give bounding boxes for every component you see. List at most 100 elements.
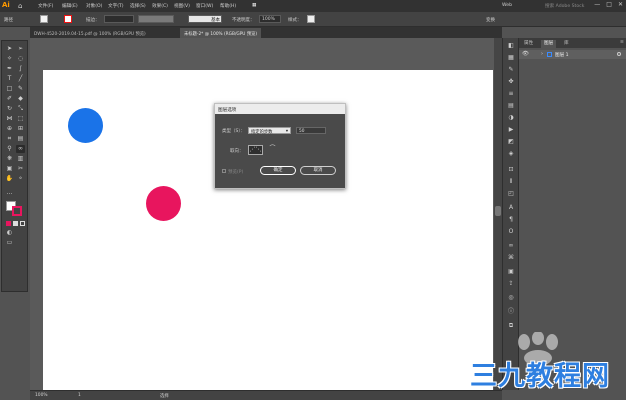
menu-help[interactable]: 帮助(H) [220, 3, 236, 9]
layer-name[interactable]: 图层 1 [555, 52, 569, 58]
layers-panel-icon[interactable]: ◈ [507, 150, 515, 158]
zoom-tool-icon[interactable]: ⚬ [16, 175, 25, 183]
color-mode-icon[interactable] [6, 221, 11, 226]
cancel-button[interactable]: 取消 [300, 166, 336, 175]
shaper-tool-icon[interactable]: ✐ [5, 95, 14, 103]
screen-mode-icon[interactable]: ▭ [5, 239, 14, 247]
tab-document-pdf[interactable]: DWH-4520-2019.04-15.pdf @ 100% (RGB/GPU … [30, 28, 150, 38]
stroke-color-box[interactable] [12, 206, 22, 216]
transform-panel-icon[interactable]: ⊡ [507, 166, 515, 174]
pen-tool-icon[interactable]: ✒ [5, 65, 14, 73]
current-tool-status[interactable]: 选择 [160, 393, 169, 399]
character-panel-icon[interactable]: A [507, 204, 515, 212]
brushes-panel-icon[interactable]: ✎ [507, 66, 515, 74]
stroke-swatch[interactable] [64, 15, 72, 23]
panel-menu-icon[interactable]: ≡ [617, 40, 626, 45]
blend-tool-icon[interactable]: ∞ [16, 145, 25, 153]
type-tool-icon[interactable]: T [5, 75, 14, 83]
width-tool-icon[interactable]: ⋈ [5, 115, 14, 123]
draw-normal-icon[interactable]: ◐ [5, 229, 14, 237]
shape-builder-tool-icon[interactable]: ⊕ [5, 125, 14, 133]
menu-effect[interactable]: 效果(C) [152, 3, 168, 9]
mesh-tool-icon[interactable]: ⌗ [5, 135, 14, 143]
stroke-weight-field[interactable] [104, 15, 134, 23]
image-trace-panel-icon[interactable]: ⌘ [507, 254, 515, 262]
steps-input[interactable]: 50 [296, 127, 326, 134]
rotate-tool-icon[interactable]: ↻ [5, 105, 14, 113]
spacing-type-select[interactable]: 指定的步数 ▾ [248, 127, 291, 135]
pathfinder-panel-icon[interactable]: ◰ [507, 190, 515, 198]
links-panel-icon[interactable]: ∞ [507, 242, 515, 250]
color-panel-icon[interactable]: ◧ [507, 42, 515, 50]
workspace-switcher[interactable]: Web [502, 3, 512, 8]
tab-untitled-2[interactable]: 未标题-2* @ 100% (RGB/GPU 预览) [180, 28, 262, 38]
paragraph-panel-icon[interactable]: ¶ [507, 216, 515, 224]
selection-tool-icon[interactable]: ➤ [5, 45, 14, 53]
appearance-panel-icon[interactable]: ▶ [507, 126, 515, 134]
stock-search-input[interactable]: 搜索 Adobe Stock [545, 3, 584, 9]
menu-view[interactable]: 视图(V) [174, 3, 190, 9]
paintbrush-tool-icon[interactable]: ✎ [16, 85, 25, 93]
menu-edit[interactable]: 编辑(E) [62, 3, 78, 9]
zoom-level[interactable]: 100% [35, 393, 48, 398]
layer-row[interactable]: 👁 › 图层 1 [519, 50, 626, 59]
info-panel-icon[interactable]: ⓘ [507, 308, 515, 316]
curvature-tool-icon[interactable]: ∫ [16, 65, 25, 73]
graphic-style-swatch[interactable] [307, 15, 315, 23]
chevron-right-icon[interactable]: › [541, 51, 543, 57]
symbols-panel-icon[interactable]: ✤ [507, 78, 515, 86]
tab-properties[interactable]: 属性 [521, 40, 536, 46]
blue-circle[interactable] [68, 108, 103, 143]
transparency-panel-icon[interactable]: ◑ [507, 114, 515, 122]
asset-export-panel-icon[interactable]: ⇪ [507, 280, 515, 288]
tab-layers[interactable]: 图层 [541, 40, 557, 48]
scrollbar-thumb[interactable] [495, 206, 501, 216]
gradient-tool-icon[interactable]: ▤ [16, 135, 25, 143]
pink-circle[interactable] [146, 186, 181, 221]
free-transform-tool-icon[interactable]: ⬚ [16, 115, 25, 123]
graphic-styles-panel-icon[interactable]: ◩ [507, 138, 515, 146]
opentype-panel-icon[interactable]: O [507, 228, 515, 236]
ok-button[interactable]: 确定 [260, 166, 296, 175]
gradient-mode-icon[interactable] [13, 221, 18, 226]
none-mode-icon[interactable] [20, 221, 25, 226]
edit-toolbar-icon[interactable]: … [5, 189, 14, 197]
vertical-scrollbar[interactable] [494, 38, 502, 390]
scale-tool-icon[interactable]: ⤡ [16, 105, 25, 113]
close-icon[interactable]: ✕ [618, 1, 623, 11]
home-icon[interactable]: ⌂ [18, 2, 26, 10]
menu-window[interactable]: 窗口(W) [196, 3, 213, 9]
align-panel-icon[interactable]: ⫴ [507, 178, 515, 186]
symbol-sprayer-tool-icon[interactable]: ❋ [5, 155, 14, 163]
gradient-panel-icon[interactable]: ▤ [507, 102, 515, 110]
artboard-tool-icon[interactable]: ▣ [5, 165, 14, 173]
eraser-tool-icon[interactable]: ◆ [16, 95, 25, 103]
artboards-panel-icon[interactable]: ▣ [507, 268, 515, 276]
arrange-documents-icon[interactable]: ▦ [252, 3, 256, 8]
menu-type[interactable]: 文字(T) [108, 3, 124, 9]
magic-wand-tool-icon[interactable]: ✧ [5, 55, 14, 63]
lasso-tool-icon[interactable]: ◌ [16, 55, 25, 63]
libraries-panel-icon[interactable]: ⧉ [507, 322, 515, 330]
column-graph-tool-icon[interactable]: ▥ [16, 155, 25, 163]
eye-icon[interactable]: 👁 [522, 51, 529, 57]
menu-file[interactable]: 文件(F) [38, 3, 53, 9]
rectangle-tool-icon[interactable]: □ [5, 85, 14, 93]
navigator-panel-icon[interactable]: ◎ [507, 294, 515, 302]
transform-label[interactable]: 变换 [486, 17, 495, 23]
eyedropper-tool-icon[interactable]: ⚲ [5, 145, 14, 153]
maximize-icon[interactable]: □ [606, 1, 612, 11]
swatches-panel-icon[interactable]: ▦ [507, 54, 515, 62]
preview-checkbox[interactable] [222, 169, 226, 173]
align-to-path-icon[interactable]: ⌒ [265, 145, 280, 155]
menu-select[interactable]: 选择(S) [130, 3, 146, 9]
target-icon[interactable] [617, 52, 621, 56]
variable-width-profile[interactable] [138, 15, 174, 23]
slice-tool-icon[interactable]: ✂ [16, 165, 25, 173]
fill-swatch[interactable] [40, 15, 48, 23]
perspective-grid-tool-icon[interactable]: ⊞ [16, 125, 25, 133]
tab-libraries[interactable]: 库 [561, 40, 572, 46]
line-tool-icon[interactable]: ╱ [16, 75, 25, 83]
menu-object[interactable]: 对象(O) [86, 3, 102, 9]
minimize-icon[interactable]: — [594, 1, 600, 11]
